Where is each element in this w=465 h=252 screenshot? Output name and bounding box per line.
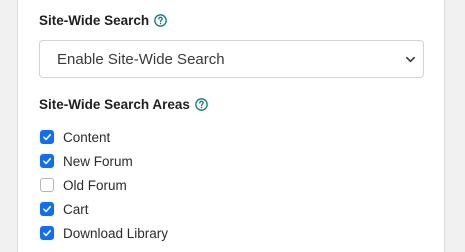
search-area-download-library[interactable]: Download Library	[40, 221, 168, 245]
checkbox-label: Content	[63, 129, 111, 145]
checkbox-label: New Forum	[63, 153, 133, 169]
question-circle-icon[interactable]	[195, 98, 208, 111]
checkbox[interactable]	[40, 154, 54, 168]
checkbox[interactable]	[40, 130, 54, 144]
checkbox[interactable]	[40, 226, 54, 240]
checkbox-label: Old Forum	[63, 177, 127, 193]
search-areas-heading: Site-Wide Search Areas	[39, 97, 208, 112]
checkbox[interactable]	[40, 178, 54, 192]
search-area-old-forum[interactable]: Old Forum	[40, 173, 168, 197]
search-area-content[interactable]: Content	[40, 125, 168, 149]
search-area-cart[interactable]: Cart	[40, 197, 168, 221]
search-areas-label: Site-Wide Search Areas	[39, 97, 190, 112]
question-circle-icon[interactable]	[154, 14, 168, 27]
select-value: Enable Site-Wide Search	[57, 50, 225, 68]
checkbox[interactable]	[40, 202, 54, 216]
search-area-new-forum[interactable]: New Forum	[40, 149, 168, 173]
search-areas-list: Content New Forum Old Forum Cart Downloa…	[40, 125, 168, 245]
site-wide-search-select[interactable]: Enable Site-Wide Search	[39, 40, 424, 78]
chevron-down-icon	[404, 53, 416, 65]
settings-panel: Site-Wide Search Enable Site-Wide Search…	[17, 0, 445, 252]
site-wide-search-label: Site-Wide Search	[39, 13, 150, 28]
site-wide-search-heading: Site-Wide Search	[39, 13, 168, 28]
checkbox-label: Cart	[63, 201, 89, 217]
checkbox-label: Download Library	[63, 225, 169, 241]
